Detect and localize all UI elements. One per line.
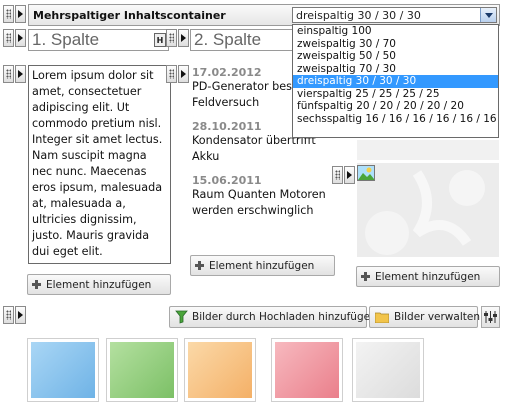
add-element-button-col1[interactable]: Element hinzufügen — [27, 274, 171, 295]
layout-option[interactable]: vierspaltig 25 / 25 / 25 / 25 — [293, 88, 498, 101]
layout-option[interactable]: fünfspaltig 20 / 20 / 20 / 20 / 20 — [293, 100, 498, 113]
layout-option[interactable]: zweispaltig 30 / 70 — [293, 38, 498, 51]
add-element-button-col2[interactable]: Element hinzufügen — [190, 255, 335, 276]
layout-dropdown: einspaltig 100 zweispaltig 30 / 70 zweis… — [292, 24, 499, 138]
layout-option-selected[interactable]: dreispaltig 30 / 30 / 30 — [293, 75, 498, 88]
news-item[interactable]: 17.02.2012 PD-Generator best Feldversuch — [192, 66, 297, 111]
plus-icon — [195, 261, 204, 270]
grip-icon[interactable] — [3, 306, 14, 324]
text-element[interactable]: Lorem ipsum dolor sit amet, consectetuer… — [28, 65, 171, 264]
news-text: Raum Quanten Motoren werden erschwinglic… — [192, 188, 326, 217]
grip-icon[interactable] — [166, 29, 177, 47]
news-text: Kondensator übertrifft Akku — [192, 134, 316, 163]
add-element-label: Element hinzufügen — [375, 270, 481, 283]
arrow-right-icon[interactable] — [15, 29, 26, 47]
chevron-down-icon[interactable] — [480, 8, 496, 22]
grip-icon[interactable] — [166, 65, 177, 83]
col1-title[interactable]: 1. Spalte — [28, 29, 169, 51]
arrow-right-icon[interactable] — [15, 5, 26, 23]
plus-icon — [32, 280, 41, 289]
heading-icon[interactable]: H — [154, 33, 166, 47]
add-element-label: Element hinzufügen — [209, 259, 315, 272]
news-date: 28.10.2011 — [192, 120, 262, 133]
gallery-thumb-pink[interactable] — [271, 338, 343, 402]
grip-icon[interactable] — [3, 5, 14, 23]
gallery-handle[interactable] — [3, 306, 27, 324]
image-handle[interactable] — [332, 166, 356, 184]
sliders-icon[interactable] — [481, 306, 500, 328]
column3-image — [357, 163, 499, 257]
layout-select[interactable]: dreispaltig 30 / 30 / 30 — [292, 7, 497, 23]
col2-title[interactable]: 2. Spalte — [190, 29, 292, 51]
news-text: PD-Generator best Feldversuch — [192, 80, 297, 109]
news-date: 15.06.2011 — [192, 174, 262, 187]
gallery-thumb-green[interactable] — [106, 338, 178, 402]
manage-images-label: Bilder verwalten — [394, 311, 480, 323]
gallery-thumb-orange[interactable] — [184, 338, 256, 402]
image-icon[interactable] — [357, 165, 375, 181]
arrow-right-icon[interactable] — [178, 29, 189, 47]
arrow-right-icon[interactable] — [15, 65, 26, 83]
plus-icon — [361, 272, 370, 281]
text-element-handle[interactable] — [3, 65, 27, 83]
add-element-button-col3[interactable]: Element hinzufügen — [356, 266, 500, 287]
container-handle[interactable] — [3, 5, 27, 23]
upload-images-label: Bilder durch Hochladen hinzufügen — [192, 311, 377, 323]
news-item[interactable]: 15.06.2011 Raum Quanten Motoren werden e… — [192, 174, 326, 219]
grip-icon[interactable] — [3, 29, 14, 47]
arrow-right-icon[interactable] — [15, 306, 26, 324]
arrow-right-icon[interactable] — [344, 166, 355, 184]
add-element-label: Element hinzufügen — [46, 278, 152, 291]
column3-image-top — [357, 140, 499, 160]
gallery-thumb-gray[interactable] — [352, 338, 424, 402]
upload-funnel-icon — [175, 310, 188, 324]
col2-handle[interactable] — [166, 29, 190, 47]
news-list: 17.02.2012 PD-Generator best Feldversuch… — [192, 66, 326, 219]
gallery-thumb-blue[interactable] — [27, 338, 99, 402]
arrow-right-icon[interactable] — [178, 65, 189, 83]
layout-option[interactable]: zweispaltig 50 / 50 — [293, 50, 498, 63]
grip-icon[interactable] — [332, 166, 343, 184]
news-item[interactable]: 28.10.2011 Kondensator übertrifft Akku — [192, 120, 316, 165]
grip-icon[interactable] — [3, 65, 14, 83]
layout-select-value: dreispaltig 30 / 30 / 30 — [296, 9, 421, 22]
news-date: 17.02.2012 — [192, 66, 262, 79]
layout-option[interactable]: sechsspaltig 16 / 16 / 16 / 16 / 16 / 16 — [293, 113, 498, 126]
layout-option[interactable]: einspaltig 100 — [293, 25, 498, 38]
container-title: Mehrspaltiger Inhaltscontainer — [33, 9, 226, 22]
col1-handle[interactable] — [3, 29, 27, 47]
layout-option[interactable]: zweispaltig 70 / 30 — [293, 63, 498, 76]
upload-images-button[interactable]: Bilder durch Hochladen hinzufügen — [169, 306, 377, 328]
folder-icon — [374, 311, 390, 324]
news-handle[interactable] — [166, 65, 190, 83]
manage-images-button[interactable]: Bilder verwalten — [369, 306, 480, 328]
